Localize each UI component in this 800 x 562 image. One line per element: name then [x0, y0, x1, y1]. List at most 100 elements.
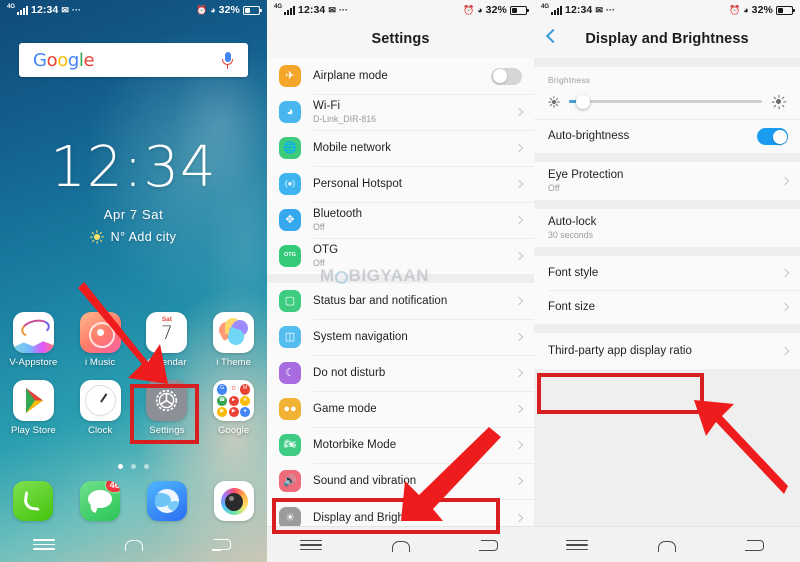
app-i-theme[interactable]: i Theme [200, 312, 267, 368]
chevron-right-icon [780, 302, 790, 312]
row-auto-lock[interactable]: Auto-lock 30 seconds [534, 209, 800, 247]
phone-icon[interactable] [13, 481, 54, 521]
settings-row-wifi[interactable]: ◕ Wi-Fi D-Link_DIR-816 [267, 94, 534, 130]
alarm-icon: ⏰ [196, 4, 208, 15]
browser-globe-icon[interactable] [146, 481, 187, 521]
battery-percent: 32% [751, 4, 773, 16]
row-auto-brightness[interactable]: Auto-brightness [534, 119, 800, 153]
section-divider [534, 200, 800, 209]
app-play-store[interactable]: Play Store [0, 380, 67, 436]
settings-list[interactable]: ✈ Airplane mode ◕ Wi-Fi D-Link_DIR-816 🌐… [267, 58, 534, 562]
menu-icon[interactable] [292, 533, 332, 557]
settings-row-airplane-mode[interactable]: ✈ Airplane mode [267, 58, 534, 94]
clock-widget-weather[interactable]: N° Add city [0, 230, 267, 244]
page-dot-2[interactable] [131, 464, 136, 469]
auto-brightness-toggle[interactable] [757, 128, 788, 145]
google-search-widget[interactable]: Google [19, 43, 248, 77]
chevron-right-icon [514, 404, 524, 414]
app-settings[interactable]: Settings [134, 380, 201, 436]
chevron-right-icon [514, 296, 524, 306]
settings-row-mobile-network[interactable]: 🌐 Mobile network [267, 130, 534, 166]
home-icon[interactable] [647, 533, 687, 557]
home-icon[interactable] [114, 532, 154, 556]
microphone-icon[interactable] [221, 51, 234, 69]
message-icon[interactable]: 46 [80, 481, 121, 521]
airplane-mode-toggle[interactable] [491, 67, 522, 85]
app-label: V-Appstore [9, 357, 58, 368]
message-badge-count: 46 [106, 481, 121, 492]
back-chevron-icon[interactable] [545, 28, 561, 44]
app-google-folder[interactable]: GOM ☎ ► ★ ▶ ▶ ● Google [200, 380, 267, 436]
chevron-right-icon [780, 346, 790, 356]
clock-widget-date: Apr 7 Sat [103, 207, 164, 222]
imusic-icon[interactable] [79, 312, 121, 353]
status-bar-icon: ▢ [279, 290, 301, 312]
row-label: Auto-lock [548, 216, 597, 229]
brightness-slider-knob[interactable] [575, 94, 590, 109]
row-label: Eye Protection [548, 169, 624, 182]
settings-row-bluetooth[interactable]: ✥ Bluetooth Off [267, 202, 534, 238]
settings-row-system-navigation[interactable]: ◫ System navigation [267, 319, 534, 355]
app-i-music[interactable]: i Music [67, 312, 134, 368]
settings-row-game-mode[interactable]: ●● Game mode [267, 391, 534, 427]
dock-camera[interactable] [200, 481, 267, 525]
wifi-icon: ◕ [210, 4, 216, 15]
more-icon: ··· [71, 4, 81, 15]
battery-icon [510, 5, 529, 15]
dock-messages[interactable]: 46 [67, 481, 134, 525]
row-label: Third-party app display ratio [548, 344, 692, 357]
screenshot-root: 4G 12:34 ✉ ··· ⏰ ◕ 32% Google 12:34 Apr … [0, 0, 800, 562]
row-font-style[interactable]: Font style [534, 256, 800, 290]
app-clock[interactable]: Clock [67, 380, 134, 436]
back-icon[interactable] [203, 532, 243, 556]
brightness-slider[interactable] [569, 94, 762, 109]
dock-phone[interactable] [0, 481, 67, 525]
sun-icon [90, 230, 105, 244]
system-navigation-icon: ◫ [279, 326, 301, 348]
row-third-party-app-display-ratio[interactable]: Third-party app display ratio [534, 333, 800, 369]
settings-row-do-not-disturb[interactable]: ☾ Do not disturb [267, 355, 534, 391]
menu-icon[interactable] [558, 533, 598, 557]
app-label: Settings [149, 425, 185, 436]
home-icon[interactable] [381, 533, 421, 557]
row-font-size[interactable]: Font size [534, 290, 800, 324]
back-icon[interactable] [470, 533, 510, 557]
row-label: Wi-Fi [313, 100, 341, 113]
chevron-right-icon [514, 332, 524, 342]
calendar-icon[interactable]: Sat 7 [146, 312, 188, 353]
settings-row-status-bar[interactable]: ▢ Status bar and notification [267, 283, 534, 319]
page-title: Display and Brightness [585, 31, 749, 47]
dock-browser[interactable] [134, 481, 201, 525]
page-dot-3[interactable] [144, 464, 149, 469]
display-brightness-panel: 4G 12:34 ✉ ··· ⏰ ◕ 32% Display and Brigh… [534, 0, 800, 562]
settings-gear-icon[interactable] [146, 380, 188, 421]
itheme-icon[interactable] [213, 312, 255, 353]
status-time: 12:34 [298, 4, 326, 16]
page-indicator-dots [0, 464, 267, 469]
otg-icon: OTG [279, 245, 301, 267]
back-icon[interactable] [736, 533, 776, 557]
clock-icon[interactable] [79, 380, 121, 421]
display-settings-list[interactable]: Brightness Auto-brightness Eye Protectio… [534, 58, 800, 562]
settings-row-sound-and-vibration[interactable]: 🔊 Sound and vibration [267, 463, 534, 499]
settings-row-personal-hotspot[interactable]: (●) Personal Hotspot [267, 166, 534, 202]
settings-row-motorbike-mode[interactable]: 🏍 Motorbike Mode [267, 427, 534, 463]
camera-icon[interactable] [213, 481, 254, 521]
wallpaper [0, 0, 267, 562]
page-dot-1[interactable] [118, 464, 123, 469]
network-type-label: 4G [541, 4, 550, 10]
battery-icon [776, 5, 795, 15]
status-time: 12:34 [565, 4, 593, 16]
brightness-label: Brightness [548, 75, 591, 85]
play-store-icon[interactable] [12, 380, 54, 421]
v-appstore-icon[interactable] [12, 312, 54, 353]
menu-icon[interactable] [25, 532, 65, 556]
chevron-right-icon [514, 476, 524, 486]
row-eye-protection[interactable]: Eye Protection Off [534, 162, 800, 200]
app-v-appstore[interactable]: V-Appstore [0, 312, 67, 368]
chevron-right-icon [514, 179, 524, 189]
chevron-right-icon [780, 176, 790, 186]
settings-row-otg[interactable]: OTG OTG Off [267, 238, 534, 274]
google-folder-icon[interactable]: GOM ☎ ► ★ ▶ ▶ ● [213, 380, 255, 421]
app-calendar[interactable]: Sat 7 Calendar [134, 312, 201, 368]
